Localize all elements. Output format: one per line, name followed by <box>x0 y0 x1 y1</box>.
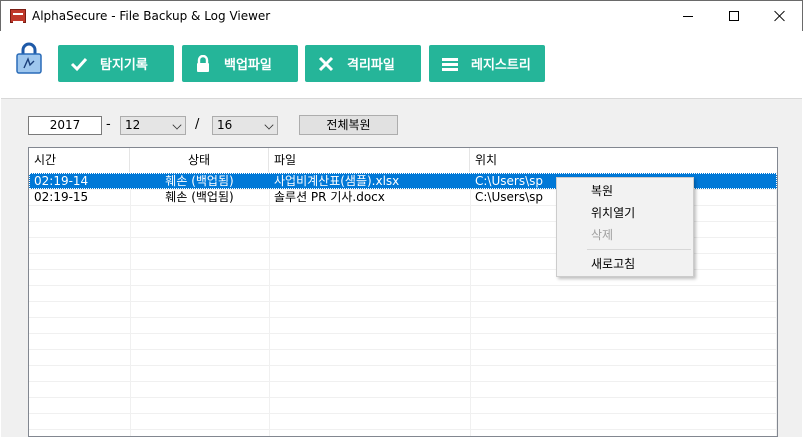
date-separator-slash: / <box>195 117 200 132</box>
maximize-button[interactable] <box>711 1 757 31</box>
chevron-down-icon <box>172 120 182 130</box>
row-divider <box>29 429 777 430</box>
cell-time: 02:19-15 <box>34 190 89 204</box>
column-header-status[interactable]: 상태 <box>130 148 269 172</box>
row-divider <box>29 317 777 318</box>
menu-item-restore[interactable]: 복원 <box>557 180 693 202</box>
cell-status: 훼손 (백업됨) <box>165 190 234 204</box>
row-divider <box>29 381 777 382</box>
month-select[interactable]: 12 <box>120 116 186 135</box>
row-divider <box>29 365 777 366</box>
year-input[interactable]: 2017 <box>28 116 102 135</box>
month-value: 12 <box>125 118 141 132</box>
registry-button[interactable]: 레지스트리 <box>429 45 545 82</box>
cell-file: 솔루션 PR 기사.docx <box>274 190 385 204</box>
menu-item-refresh[interactable]: 새로고침 <box>557 253 693 275</box>
chevron-down-icon <box>264 120 274 130</box>
x-icon <box>318 56 334 71</box>
maximize-icon <box>729 11 739 21</box>
menu-separator <box>587 249 691 250</box>
column-header-location[interactable]: 위치 <box>470 148 777 172</box>
list-header: 시간 상태 파일 위치 <box>29 148 777 172</box>
date-separator-dash: - <box>106 117 111 132</box>
window-title: AlphaSecure - File Backup & Log Viewer <box>32 9 271 23</box>
backup-files-button[interactable]: 백업파일 <box>182 45 298 82</box>
menu-item-delete: 삭제 <box>591 228 614 242</box>
menu-item-open-location[interactable]: 위치열기 <box>557 202 693 224</box>
cell-time: 02:19-14 <box>34 174 89 188</box>
detection-log-button[interactable]: 탐지기록 <box>58 45 174 82</box>
cell-file: 사업비계산표(샘플).xlsx <box>274 174 400 188</box>
registry-label: 레지스트리 <box>471 58 531 73</box>
row-divider <box>29 397 777 398</box>
day-select[interactable]: 16 <box>212 116 278 135</box>
cell-status: 훼손 (백업됨) <box>165 174 234 188</box>
toolbar: 탐지기록 백업파일 격리파일 레지스트리 <box>1 31 802 99</box>
quarantine-files-label: 격리파일 <box>347 58 395 73</box>
day-value: 16 <box>217 118 233 132</box>
close-icon <box>774 10 786 22</box>
detection-log-label: 탐지기록 <box>100 58 148 73</box>
check-icon <box>70 57 88 71</box>
restore-all-button[interactable]: 전체복원 <box>299 115 398 135</box>
close-button[interactable] <box>757 1 803 31</box>
padlock-icon <box>16 42 42 74</box>
title-bar: AlphaSecure - File Backup & Log Viewer <box>0 0 803 31</box>
column-header-time[interactable]: 시간 <box>29 148 130 172</box>
minimize-icon <box>683 15 693 17</box>
row-divider <box>29 333 777 334</box>
quarantine-files-button[interactable]: 격리파일 <box>305 45 421 82</box>
backup-files-label: 백업파일 <box>224 58 272 73</box>
column-header-file[interactable]: 파일 <box>269 148 470 172</box>
context-menu: 복원 위치열기 삭제 새로고침 <box>556 177 694 277</box>
lock-icon <box>197 54 209 72</box>
minimize-button[interactable] <box>665 1 711 31</box>
alphasecure-app-icon[interactable] <box>10 9 26 23</box>
row-divider <box>29 413 777 414</box>
row-divider <box>29 285 777 286</box>
row-divider <box>29 301 777 302</box>
menu-lines-icon <box>442 57 458 71</box>
row-divider <box>29 349 777 350</box>
